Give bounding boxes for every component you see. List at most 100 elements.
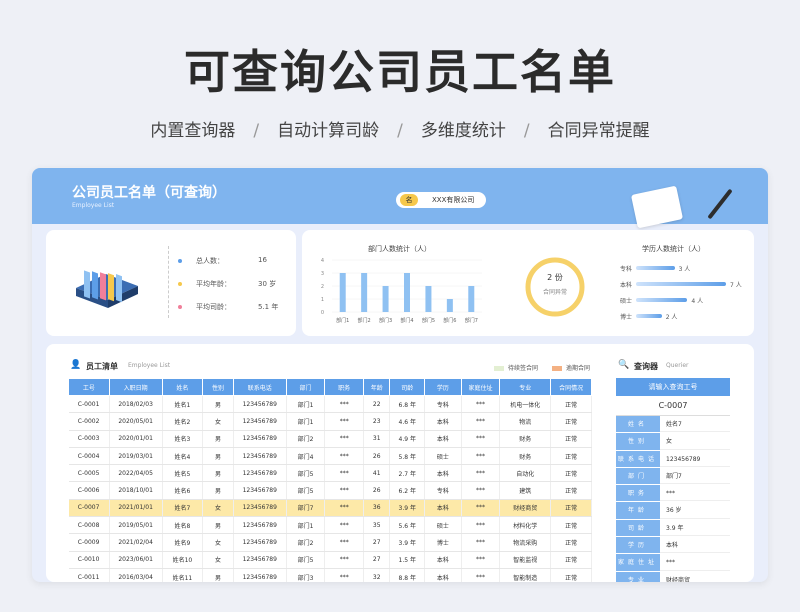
query-field-label: 姓名	[616, 416, 660, 433]
query-field-label: 性别	[616, 433, 660, 450]
query-field-label: 联系电话	[616, 450, 660, 467]
edu-value: 7 人	[730, 282, 742, 289]
table-cell: 正常	[550, 481, 592, 500]
column-header[interactable]: 入职日期	[108, 378, 163, 396]
table-row[interactable]: C-0007 2021/01/01 姓名7 女 123456789 部门7 *** 36 3.9…	[68, 499, 592, 518]
table-cell: 本科	[424, 430, 462, 448]
table-cell: ***	[324, 464, 365, 483]
table-cell: 123456789	[233, 430, 287, 448]
table-cell: 部门5	[286, 481, 326, 500]
table-row[interactable]: C-0003 2020/01/01 姓名3 男 123456789 部门2 *** 31 4.9…	[68, 430, 592, 448]
table-cell: 部门2	[286, 430, 326, 448]
table-cell: 专科	[424, 395, 462, 414]
table-row[interactable]: C-0001 2018/02/03 姓名1 男 123456789 部门1 *** 22 6.8…	[68, 395, 592, 414]
table-row[interactable]: C-0010 2023/06/01 姓名10 女 123456789 部门5 *** 27 1.…	[68, 551, 592, 569]
y-tick-label: 0	[321, 310, 324, 316]
column-header[interactable]: 职务	[324, 378, 365, 396]
column-header[interactable]: 学历	[424, 378, 462, 396]
query-field-label: 专业	[616, 571, 660, 582]
table-cell: 6.8 年	[389, 395, 426, 414]
table-cell: 正常	[550, 412, 592, 431]
table-cell: ***	[461, 481, 501, 500]
table-cell: 3.9 年	[389, 499, 426, 518]
column-header[interactable]: 联系电话	[232, 378, 287, 396]
table-cell: 8.8 年	[389, 568, 426, 582]
table-cell: ***	[461, 568, 501, 582]
table-cell: 1.5 年	[389, 551, 426, 569]
column-header[interactable]: 性别	[202, 378, 234, 396]
table-cell: 2022/04/05	[109, 464, 163, 483]
column-header[interactable]: 姓名	[161, 378, 204, 396]
legend-label: 待续签合同	[508, 365, 539, 372]
table-cell: 36	[363, 499, 391, 518]
table-cell: ***	[324, 395, 365, 414]
column-header[interactable]: 家庭住址	[460, 378, 501, 396]
table-row[interactable]: C-0005 2022/04/05 姓名5 男 123456789 部门5 *** 41 2.7…	[68, 464, 592, 483]
column-header[interactable]: 合同情况	[550, 378, 592, 396]
table-cell: 部门7	[286, 499, 326, 518]
y-tick-label: 1	[321, 297, 324, 303]
stat-value: 5.1 年	[258, 303, 279, 311]
table-cell: 123456789	[233, 412, 287, 431]
dot-icon	[178, 305, 182, 309]
person-icon: 👤	[70, 360, 82, 370]
table-cell: 财务	[499, 447, 552, 466]
hero-title: 可查询公司员工名单	[184, 45, 616, 99]
column-header[interactable]: 司龄	[389, 378, 426, 396]
query-field-label: 学历	[616, 537, 660, 554]
employee-table: 工号 入职日期 姓名 性别 联系电话 部门 职务 年龄 司龄 学历 家庭住址 专业 合同情况 C-000…	[68, 378, 592, 582]
table-cell: 姓名7	[162, 499, 204, 518]
table-cell: 材料化学	[499, 516, 552, 535]
table-row[interactable]: C-0008 2019/05/01 姓名8 男 123456789 部门1 *** 35 5.6…	[68, 516, 592, 535]
query-field-value: 本科	[660, 537, 730, 554]
column-header[interactable]: 部门	[285, 378, 326, 396]
query-field-label: 年龄	[616, 502, 660, 519]
table-cell: 2021/02/04	[109, 533, 163, 552]
table-cell: 物流	[499, 412, 552, 431]
table-cell: 4.6 年	[389, 412, 426, 431]
table-cell: 正常	[550, 533, 592, 552]
column-header[interactable]: 专业	[499, 378, 552, 396]
feature-separator: /	[253, 121, 260, 141]
column-header[interactable]: 工号	[68, 378, 110, 396]
table-cell: 123456789	[233, 447, 287, 466]
edu-value: 3 人	[678, 266, 691, 273]
table-cell: 正常	[550, 516, 592, 535]
edu-bar	[636, 282, 726, 286]
table-cell: 自动化	[499, 464, 552, 483]
table-row[interactable]: C-0011 2016/03/04 姓名11 男 123456789 部门3 *** 32 8.…	[68, 568, 592, 582]
table-cell: 5.8 年	[389, 447, 426, 466]
dept-chart-title: 部门人数统计（人）	[368, 245, 431, 253]
table-cell: 4.9 年	[389, 430, 426, 448]
table-cell: 2021/01/01	[109, 499, 163, 518]
table-cell: 2016/03/04	[109, 568, 163, 582]
table-cell: ***	[461, 533, 501, 552]
table-row[interactable]: C-0004 2019/03/01 姓名4 男 123456789 部门4 *** 26 5.8…	[68, 447, 592, 466]
table-row[interactable]: C-0002 2020/05/01 姓名2 女 123456789 部门1 *** 23 4.6…	[68, 412, 592, 431]
table-cell: C-0005	[68, 464, 110, 483]
stat-total: 总人数： 16	[178, 256, 267, 266]
table-row[interactable]: C-0009 2021/02/04 姓名9 女 123456789 部门2 *** 27 3.9…	[68, 533, 592, 552]
column-header[interactable]: 年龄	[363, 378, 391, 396]
x-tick-label: 部门3	[379, 317, 392, 324]
table-cell: 姓名2	[162, 412, 204, 431]
query-fields: 姓名 姓名7 性别女联系电话 123456789 部门 部门7 职务 *** 年龄 36 岁司龄 3…	[616, 416, 730, 582]
stat-value: 30 岁	[258, 280, 277, 288]
table-cell: 本科	[424, 551, 462, 569]
stat-tenure: 平均司龄： 5.1 年	[178, 302, 278, 312]
table-row[interactable]: C-0006 2018/10/01 姓名6 男 123456789 部门5 *** 26 6.2…	[68, 481, 592, 500]
feature-item: 多维度统计	[420, 121, 506, 141]
table-title: 员工清单	[86, 362, 118, 371]
table-title-en: Employee List	[128, 362, 171, 369]
table-cell: 本科	[424, 499, 462, 518]
query-id-input[interactable]: C-0007	[616, 396, 730, 416]
table-cell: 姓名10	[162, 551, 204, 569]
company-pill[interactable]: 名 XXX有限公司	[396, 192, 486, 208]
pen-icon	[707, 188, 733, 220]
query-field-label: 职务	[616, 485, 660, 502]
query-field-value: 36 岁	[660, 502, 730, 519]
table-cell: C-0010	[68, 551, 110, 569]
table-cell: 部门4	[286, 447, 326, 466]
query-field-row: 姓名 姓名7	[616, 416, 730, 434]
query-field-value: ***	[660, 554, 730, 571]
